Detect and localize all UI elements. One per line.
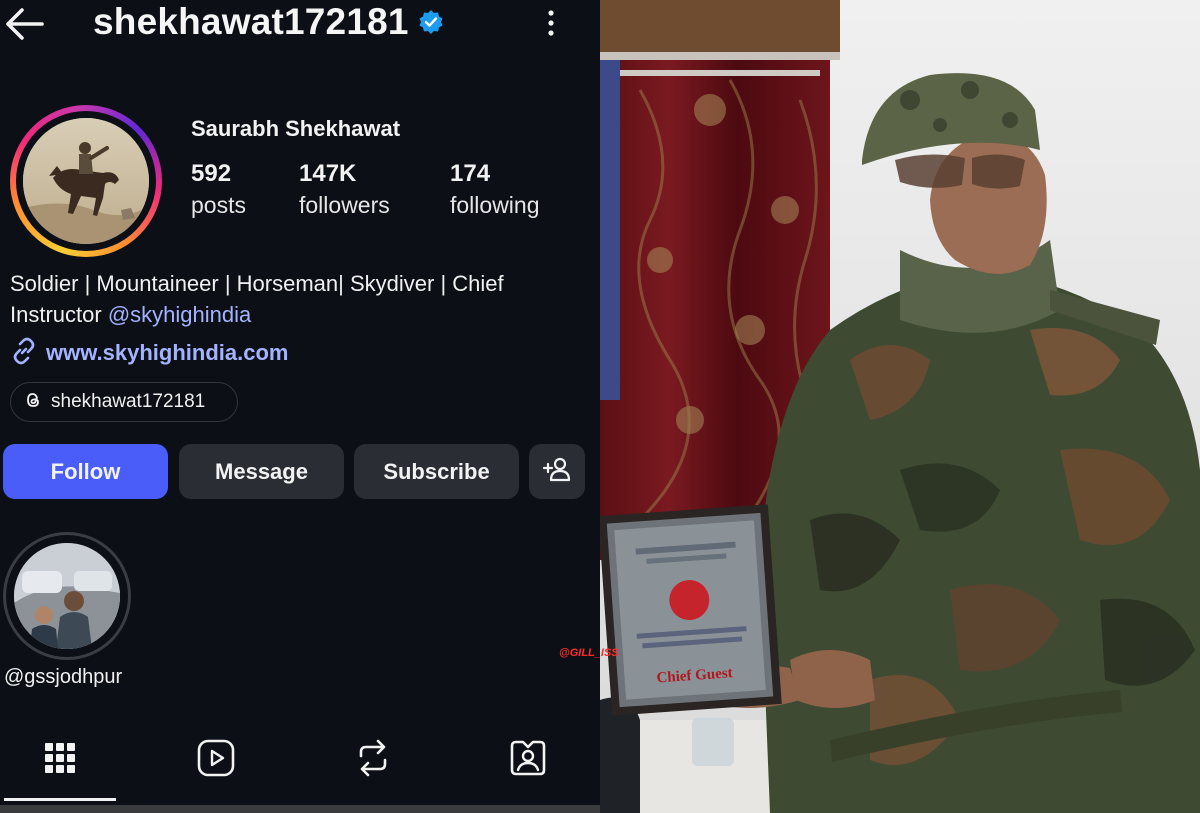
stat-following-count: 174 — [450, 160, 491, 187]
threads-badge[interactable]: shekhawat172181 — [10, 382, 238, 422]
avatar-image — [23, 118, 149, 244]
profile-avatar[interactable] — [10, 105, 162, 257]
active-tab-indicator — [4, 798, 116, 801]
tab-tagged[interactable] — [508, 738, 548, 782]
posts-grid-preview — [0, 805, 600, 813]
threads-handle: shekhawat172181 — [51, 391, 206, 412]
officer-photo: Chief Guest — [600, 0, 1200, 813]
story-highlight[interactable] — [3, 532, 131, 660]
watermark-text: @GILL_ISS — [559, 647, 619, 659]
verified-badge-icon — [418, 9, 444, 35]
profile-bio: Soldier | Mountaineer | Horseman| Skydiv… — [10, 268, 595, 330]
stat-followers-label: followers — [299, 192, 390, 218]
bio-line-2: Instructor @skyhighindia — [10, 299, 595, 330]
stat-posts-label: posts — [191, 192, 246, 218]
message-button[interactable]: Message — [179, 444, 344, 499]
subscribe-button[interactable]: Subscribe — [354, 444, 519, 499]
website-link[interactable]: www.skyhighindia.com — [10, 337, 289, 370]
tab-posts-grid[interactable] — [40, 738, 80, 782]
stat-posts[interactable]: 592 posts — [191, 160, 246, 219]
stat-followers[interactable]: 147K followers — [299, 160, 390, 219]
website-link-text: www.skyhighindia.com — [46, 340, 289, 365]
tab-reels[interactable] — [196, 738, 236, 782]
grid-icon — [43, 741, 77, 780]
follow-button[interactable]: Follow — [3, 444, 168, 499]
instagram-profile-panel: shekhawat172181 Saurabh Shekhawat 592 po… — [0, 0, 600, 813]
profile-username: shekhawat172181 — [93, 1, 409, 42]
stat-followers-count: 147K — [299, 160, 357, 187]
add-person-icon — [542, 456, 572, 488]
bio-mention-link[interactable]: @skyhighindia — [108, 302, 251, 327]
threads-icon — [23, 390, 43, 415]
stat-following-label: following — [450, 192, 540, 218]
tab-reposts[interactable] — [353, 738, 393, 782]
stat-posts-count: 592 — [191, 160, 232, 187]
profile-full-name: Saurabh Shekhawat — [191, 116, 401, 141]
bio-line-1: Soldier | Mountaineer | Horseman| Skydiv… — [10, 271, 504, 296]
reels-icon — [196, 738, 236, 783]
officer-photo-illustration: Chief Guest — [600, 0, 1200, 813]
tagged-icon — [508, 738, 548, 783]
bio-line-2-text: Instructor — [10, 302, 108, 327]
arrow-left-icon[interactable] — [4, 6, 46, 42]
stat-following[interactable]: 174 following — [450, 160, 540, 219]
reposts-icon — [355, 738, 391, 783]
highlight-image — [14, 543, 120, 649]
link-icon — [10, 337, 38, 370]
add-person-button[interactable] — [529, 444, 585, 499]
highlight-label: @gssjodhpur — [4, 666, 123, 688]
more-vertical-icon[interactable] — [536, 8, 566, 38]
